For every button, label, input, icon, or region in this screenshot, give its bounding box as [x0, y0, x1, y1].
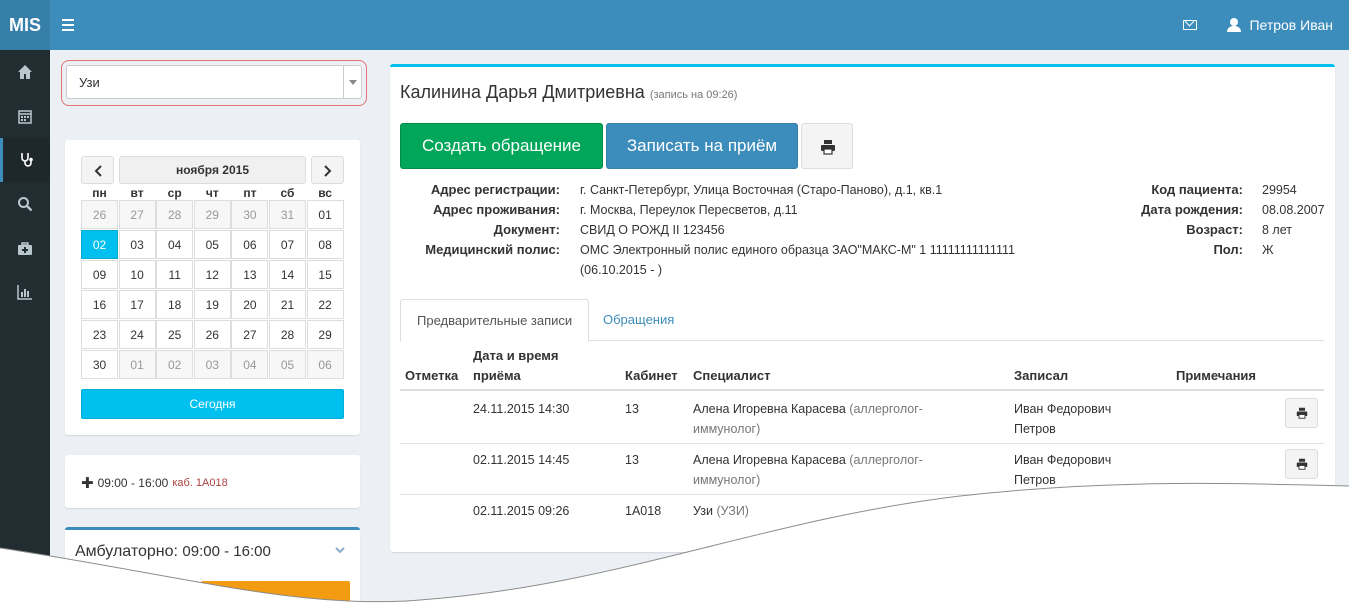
torn-edge-overlay	[0, 482, 1349, 611]
